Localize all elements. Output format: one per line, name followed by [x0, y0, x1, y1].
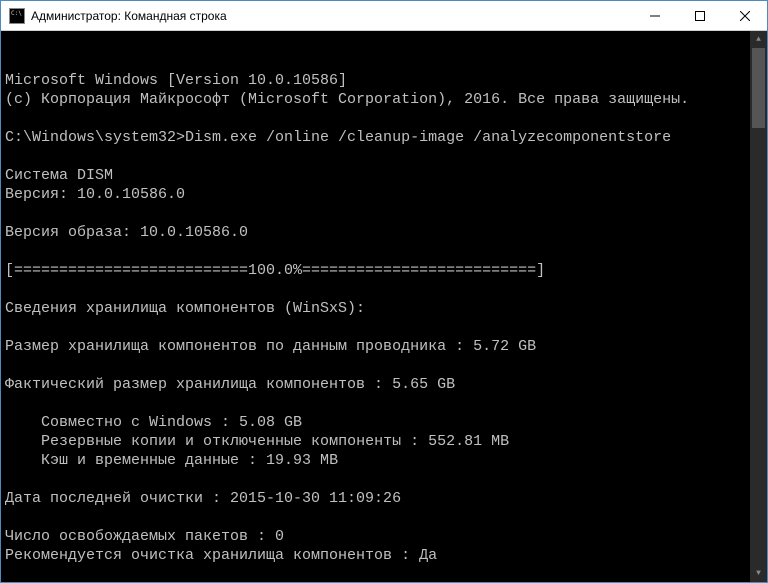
terminal-line — [5, 242, 763, 261]
maximize-button[interactable] — [677, 1, 722, 30]
terminal-line: C:\Windows\system32>Dism.exe /online /cl… — [5, 128, 763, 147]
terminal-line: Фактический размер хранилища компонентов… — [5, 375, 763, 394]
terminal-line: Версия: 10.0.10586.0 — [5, 185, 763, 204]
terminal-line: Cистема DISM — [5, 166, 763, 185]
terminal-line: Кэш и временные данные : 19.93 MB — [5, 451, 763, 470]
titlebar[interactable]: Администратор: Командная строка — [1, 1, 767, 31]
maximize-icon — [695, 11, 705, 21]
scroll-thumb[interactable] — [752, 48, 765, 128]
terminal-line: Дата последней очистки : 2015-10-30 11:0… — [5, 489, 763, 508]
terminal-line: Сведения хранилища компонентов (WinSxS): — [5, 299, 763, 318]
window-controls — [632, 1, 767, 30]
terminal-line: Рекомендуется очистка хранилища компонен… — [5, 546, 763, 565]
scrollbar[interactable]: ▲ ▼ — [750, 31, 767, 582]
scroll-up-arrow-icon[interactable]: ▲ — [750, 31, 767, 48]
terminal-line — [5, 565, 763, 582]
scroll-down-arrow-icon[interactable]: ▼ — [750, 565, 767, 582]
terminal-line — [5, 470, 763, 489]
close-button[interactable] — [722, 1, 767, 30]
terminal-line: Версия образа: 10.0.10586.0 — [5, 223, 763, 242]
terminal-line: Microsoft Windows [Version 10.0.10586] — [5, 71, 763, 90]
terminal-line — [5, 356, 763, 375]
terminal-line: Резервные копии и отключенные компоненты… — [5, 432, 763, 451]
terminal-line — [5, 280, 763, 299]
window-title: Администратор: Командная строка — [31, 9, 632, 23]
terminal-line: Число освобождаемых пакетов : 0 — [5, 527, 763, 546]
terminal-line — [5, 109, 763, 128]
terminal-line: Совместно с Windows : 5.08 GB — [5, 413, 763, 432]
terminal-line — [5, 508, 763, 527]
minimize-button[interactable] — [632, 1, 677, 30]
close-icon — [740, 11, 750, 21]
terminal-line — [5, 318, 763, 337]
terminal-text: Microsoft Windows [Version 10.0.10586](c… — [5, 71, 763, 582]
terminal-line — [5, 204, 763, 223]
terminal-line — [5, 394, 763, 413]
terminal-line: (c) Корпорация Майкрософт (Microsoft Cor… — [5, 90, 763, 109]
terminal-line: Размер хранилища компонентов по данным п… — [5, 337, 763, 356]
cmd-icon — [9, 8, 25, 24]
terminal-line: [==========================100.0%=======… — [5, 261, 763, 280]
terminal-output[interactable]: Microsoft Windows [Version 10.0.10586](c… — [1, 31, 767, 582]
command-prompt-window: Администратор: Командная строка Microsof… — [0, 0, 768, 583]
terminal-line — [5, 147, 763, 166]
minimize-icon — [650, 11, 660, 21]
